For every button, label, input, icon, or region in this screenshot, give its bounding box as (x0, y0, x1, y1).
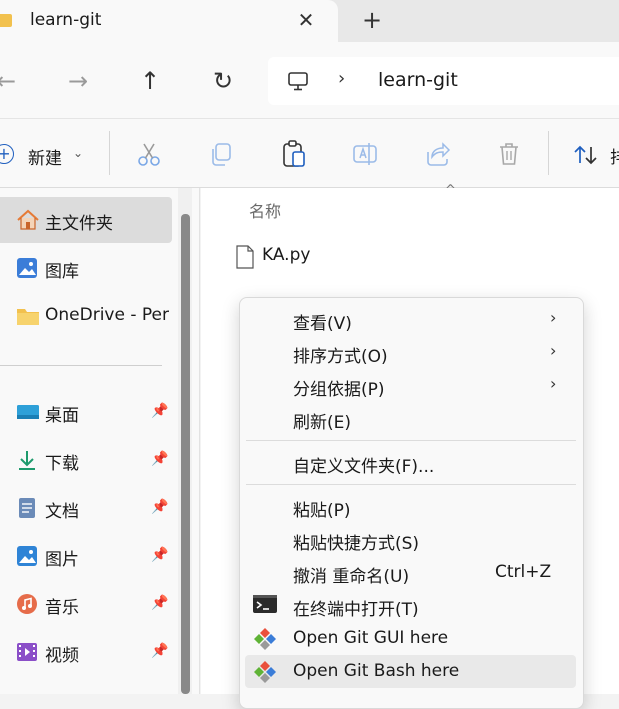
file-name[interactable]: KA.py (262, 245, 310, 265)
menu-item-refresh[interactable]: 刷新(E) (245, 402, 576, 435)
menu-item-paste[interactable]: 粘贴(P) (245, 490, 576, 523)
menu-item-undo-rename[interactable]: 撤消 重命名(U) Ctrl+Z (245, 556, 576, 589)
menu-separator (246, 484, 576, 485)
up-button[interactable]: ↑ (130, 61, 170, 101)
menu-item-label: 粘贴(P) (293, 501, 351, 521)
menu-item-label: 分组依据(P) (293, 380, 385, 400)
pin-icon[interactable]: 📌 (151, 595, 168, 611)
sidebar-item-videos[interactable]: 视频 📌 (0, 629, 172, 675)
python-file-icon[interactable] (235, 245, 255, 273)
sidebar-item-label: 音乐 (45, 598, 79, 618)
sidebar-item-label: 文档 (45, 502, 79, 522)
sidebar-item-music[interactable]: 音乐 📌 (0, 581, 172, 627)
menu-item-group-by[interactable]: 分组依据(P) › (245, 369, 576, 402)
sidebar-item-label: 主文件夹 (45, 214, 113, 234)
menu-item-label: 排序方式(O) (293, 347, 388, 367)
sidebar-item-downloads[interactable]: 下载 📌 (0, 437, 172, 483)
document-icon (16, 497, 38, 519)
trash-icon[interactable] (495, 140, 523, 168)
command-bar (0, 119, 619, 188)
menu-separator (246, 440, 576, 441)
chevron-right-icon: › (550, 374, 557, 393)
pin-icon[interactable]: 📌 (151, 451, 168, 467)
menu-item-label: 刷新(E) (293, 413, 352, 433)
menu-item-view[interactable]: 查看(V) › (245, 303, 576, 336)
sidebar-item-onedrive[interactable]: OneDrive - Per (0, 293, 172, 339)
chevron-down-icon[interactable]: ⌄ (73, 146, 83, 160)
breadcrumb-chevron-icon[interactable]: › (338, 68, 345, 89)
sidebar-item-home[interactable]: 主文件夹 (0, 197, 172, 243)
tab-close-button[interactable]: ✕ (294, 6, 318, 34)
chevron-right-icon: › (550, 308, 557, 327)
folder-icon (16, 305, 39, 327)
pane-divider[interactable] (199, 188, 200, 694)
sort-icon[interactable] (572, 141, 600, 169)
music-icon (16, 593, 38, 615)
sidebar-item-desktop[interactable]: 桌面 📌 (0, 389, 172, 435)
sidebar-scrollbar-thumb[interactable] (181, 214, 190, 694)
pin-icon[interactable]: 📌 (151, 499, 168, 515)
menu-item-label: 撤消 重命名(U) (293, 567, 410, 587)
sort-button[interactable]: 排 (610, 143, 619, 168)
menu-item-paste-shortcut[interactable]: 粘贴快捷方式(S) (245, 523, 576, 556)
sidebar-item-label: 图库 (45, 262, 79, 282)
new-button[interactable]: 新建 (28, 144, 62, 169)
sidebar-item-label: 视频 (45, 646, 79, 666)
menu-item-label: Open Git GUI here (293, 628, 449, 648)
toolbar-divider (109, 131, 110, 175)
menu-item-label: Open Git Bash here (293, 661, 460, 681)
toolbar-divider (548, 131, 549, 175)
column-header-name[interactable]: 名称 (249, 198, 281, 222)
sidebar-item-label: OneDrive - Per (45, 305, 169, 325)
menu-item-label: 粘贴快捷方式(S) (293, 534, 420, 554)
sidebar-item-gallery[interactable]: 图库 (0, 245, 172, 291)
menu-item-open-git-gui[interactable]: Open Git GUI here (245, 622, 576, 655)
breadcrumb-learn-git[interactable]: learn-git (378, 69, 458, 91)
pictures-icon (16, 545, 38, 567)
pin-icon[interactable]: 📌 (151, 643, 168, 659)
terminal-icon (253, 594, 277, 616)
menu-item-label: 查看(V) (293, 314, 352, 334)
share-icon[interactable] (423, 140, 451, 168)
tab-title: learn-git (30, 10, 102, 30)
menu-item-shortcut: Ctrl+Z (495, 562, 552, 582)
cut-icon[interactable] (135, 140, 163, 168)
menu-item-open-git-bash[interactable]: Open Git Bash here (245, 655, 576, 688)
copy-icon[interactable] (207, 140, 235, 168)
forward-button[interactable]: → (58, 61, 98, 101)
sidebar-item-pictures[interactable]: 图片 📌 (0, 533, 172, 579)
sidebar-divider (0, 365, 162, 366)
menu-item-label: 自定义文件夹(F)... (293, 457, 435, 477)
menu-item-label: 在终端中打开(T) (293, 600, 419, 620)
menu-item-customize-folder[interactable]: 自定义文件夹(F)... (245, 446, 576, 479)
refresh-button[interactable]: ↻ (203, 61, 243, 101)
paste-icon[interactable] (280, 139, 308, 167)
video-icon (16, 641, 38, 663)
menu-item-open-in-terminal[interactable]: 在终端中打开(T) (245, 589, 576, 622)
pin-icon[interactable]: 📌 (151, 403, 168, 419)
sidebar-item-label: 图片 (45, 550, 79, 570)
sidebar-item-documents[interactable]: 文档 📌 (0, 485, 172, 531)
sidebar-item-label: 下载 (45, 454, 79, 474)
chevron-right-icon: › (550, 341, 557, 360)
menu-item-sort-by[interactable]: 排序方式(O) › (245, 336, 576, 369)
folder-icon (0, 14, 12, 27)
git-gui-icon (253, 627, 277, 650)
desktop-icon (16, 401, 39, 423)
home-icon (16, 209, 39, 231)
download-icon (16, 449, 38, 471)
git-bash-icon (253, 660, 277, 683)
new-tab-button[interactable]: + (358, 6, 386, 34)
sort-ascending-icon: ^ (445, 183, 456, 198)
computer-icon[interactable] (287, 70, 309, 96)
sidebar-item-label: 桌面 (45, 406, 79, 426)
rename-icon[interactable] (351, 140, 379, 168)
gallery-icon (16, 257, 38, 279)
back-button[interactable]: ← (0, 61, 26, 101)
pin-icon[interactable]: 📌 (151, 547, 168, 563)
